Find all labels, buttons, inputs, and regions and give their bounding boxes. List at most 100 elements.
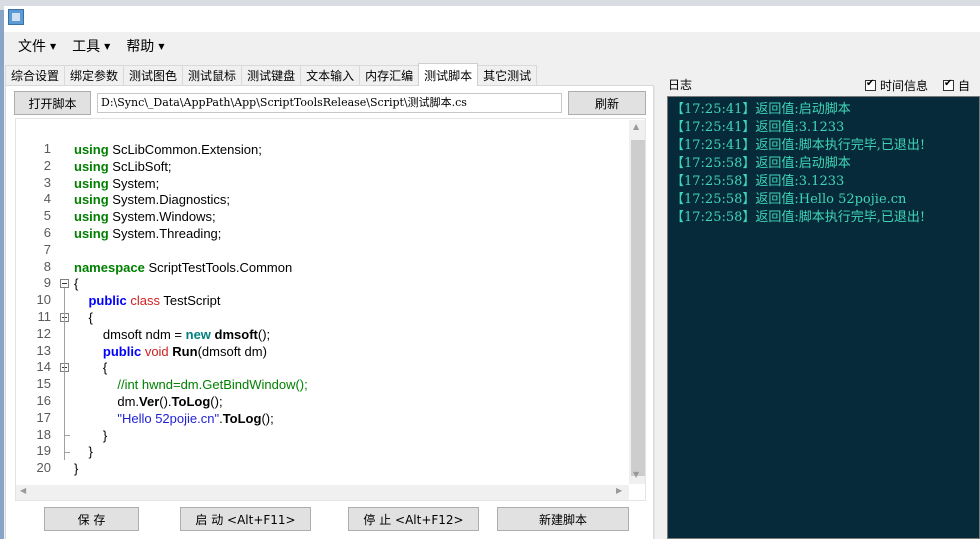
line-number: 11 (37, 309, 52, 324)
line-number: 15 (36, 376, 51, 392)
line-number: 1 (43, 141, 51, 156)
new-script-button[interactable]: 新建脚本 (497, 507, 629, 531)
scroll-up-icon[interactable]: ▲ (633, 122, 639, 131)
code-token: using (74, 226, 109, 241)
menu-help[interactable]: 帮助 ▼ (118, 36, 172, 56)
tab-test-mouse[interactable]: 测试鼠标 (182, 65, 243, 85)
auto-checkbox[interactable]: 自 (943, 77, 970, 94)
menu-file[interactable]: 文件 ▼ (10, 36, 64, 56)
tab-test-script[interactable]: 测试脚本 (418, 63, 479, 86)
app-icon (8, 9, 24, 25)
code-token: (); (257, 326, 271, 342)
tab-memory-asm[interactable]: 内存汇编 (359, 65, 420, 85)
menu-bar: 文件 ▼ 工具 ▼ 帮助 ▼ (10, 36, 172, 56)
script-path-field[interactable]: D:\Sync\_Data\AppPath\App\ScriptToolsRel… (97, 93, 562, 113)
line-number: 12 (36, 325, 51, 341)
tab-other-tests[interactable]: 其它测试 (477, 65, 538, 85)
log-line: 【17:25:58】返回值:脚本执行完毕,已退出! (671, 210, 926, 225)
line-number: 13 (36, 342, 51, 358)
code-token: TestScript (159, 293, 221, 309)
editor-horizontal-scrollbar[interactable]: ◀ ▶ (16, 485, 629, 500)
tab-test-keyboard[interactable]: 测试键盘 (241, 65, 302, 85)
save-button[interactable]: 保 存 (44, 507, 139, 531)
scroll-right-icon[interactable]: ▶ (616, 486, 622, 495)
code-editor[interactable]: 1 2 3 4 5 6 7 8 9 10 11 12 13 14 15 16 17 18 19 20 using Sc… (15, 118, 646, 501)
code-token: ToLog (171, 394, 211, 409)
code-token: } (74, 427, 108, 443)
code-token: namespace (74, 259, 145, 275)
log-line: 【17:25:58】返回值:Hello 52pojie.cn (671, 192, 907, 207)
fold-toggle-icon[interactable] (60, 279, 69, 288)
line-number: 18 (36, 426, 51, 442)
code-token: dmsoft (214, 326, 258, 342)
code-line: using System.Diagnostics; (74, 191, 230, 208)
code-token: Ver (139, 394, 160, 409)
open-script-button[interactable]: 打开脚本 (14, 91, 91, 115)
code-token: (); (261, 410, 274, 426)
line-number: 9 (43, 275, 51, 291)
code-line: { (74, 359, 107, 376)
code-token: ScriptTestTools.Common (144, 259, 293, 275)
tab-text-input[interactable]: 文本输入 (300, 65, 361, 85)
code-token: public (102, 343, 142, 359)
panel-divider (654, 86, 655, 539)
scroll-left-icon[interactable]: ◀ (20, 486, 26, 495)
log-line: 【17:25:41】返回值:启动脚本 (671, 102, 851, 117)
code-token: //int hwnd=dm.GetBindWindow(); (117, 377, 308, 393)
checkbox-checked-icon[interactable] (943, 78, 954, 91)
checkbox-checked-icon[interactable] (865, 78, 876, 91)
code-line: public class TestScript (74, 292, 220, 309)
code-token: ScLibSoft; (108, 158, 172, 174)
code-line: using System.Windows; (74, 208, 216, 225)
code-token: ScLibCommon.Extension; (108, 142, 262, 157)
line-number: 6 (43, 225, 51, 240)
log-line: 【17:25:58】返回值:启动脚本 (671, 156, 851, 171)
fold-end-marker (64, 435, 70, 436)
log-output[interactable]: 【17:25:41】返回值:启动脚本 【17:25:41】返回值:3.1233 … (667, 96, 980, 539)
log-line: 【17:25:41】返回值:3.1233 (671, 120, 845, 135)
code-token: System.Diagnostics; (108, 192, 231, 208)
stop-button[interactable]: 停 止 <Alt+F12> (348, 507, 479, 531)
code-token: dmsoft ndm = (74, 326, 186, 342)
code-token: } (74, 461, 79, 477)
code-token: (); (210, 394, 223, 409)
editor-vertical-scrollbar[interactable]: ▲ ▼ (629, 120, 645, 484)
code-line: using ScLibSoft; (74, 158, 172, 175)
code-line: { (74, 275, 78, 292)
code-line: } (74, 427, 107, 444)
tab-test-color[interactable]: 测试图色 (123, 65, 184, 85)
line-number: 2 (43, 157, 51, 173)
time-info-checkbox[interactable]: 时间信息 (865, 77, 928, 94)
code-line: using System; (74, 175, 159, 192)
line-number: 5 (43, 208, 51, 224)
tab-bind-params[interactable]: 绑定参数 (64, 65, 125, 85)
chevron-down-icon: ▼ (50, 41, 57, 51)
code-token: dm. (74, 394, 140, 409)
code-token: Run (172, 343, 198, 359)
log-line: 【17:25:58】返回值:3.1233 (671, 174, 845, 189)
code-token: { (74, 310, 93, 325)
chevron-down-icon: ▼ (158, 41, 165, 51)
code-token: ToLog (222, 410, 262, 426)
start-button[interactable]: 启 动 <Alt+F11> (180, 507, 311, 531)
scroll-thumb[interactable] (631, 140, 645, 476)
code-token: (dmsoft dm) (197, 343, 267, 359)
code-line: using System.Threading; (74, 225, 221, 242)
code-token: using (74, 192, 109, 208)
code-token: class (130, 293, 160, 309)
tab-general-settings[interactable]: 综合设置 (5, 65, 66, 85)
line-number: 16 (36, 393, 51, 408)
code-token: { (74, 276, 79, 292)
line-number: 20 (36, 460, 51, 476)
title-bar (4, 6, 980, 32)
code-token: System.Threading; (108, 226, 222, 241)
line-number: 10 (36, 292, 51, 308)
refresh-button[interactable]: 刷新 (568, 91, 646, 115)
menu-tools[interactable]: 工具 ▼ (64, 36, 118, 56)
code-token: using (74, 142, 109, 157)
scroll-down-icon[interactable]: ▼ (633, 470, 639, 479)
